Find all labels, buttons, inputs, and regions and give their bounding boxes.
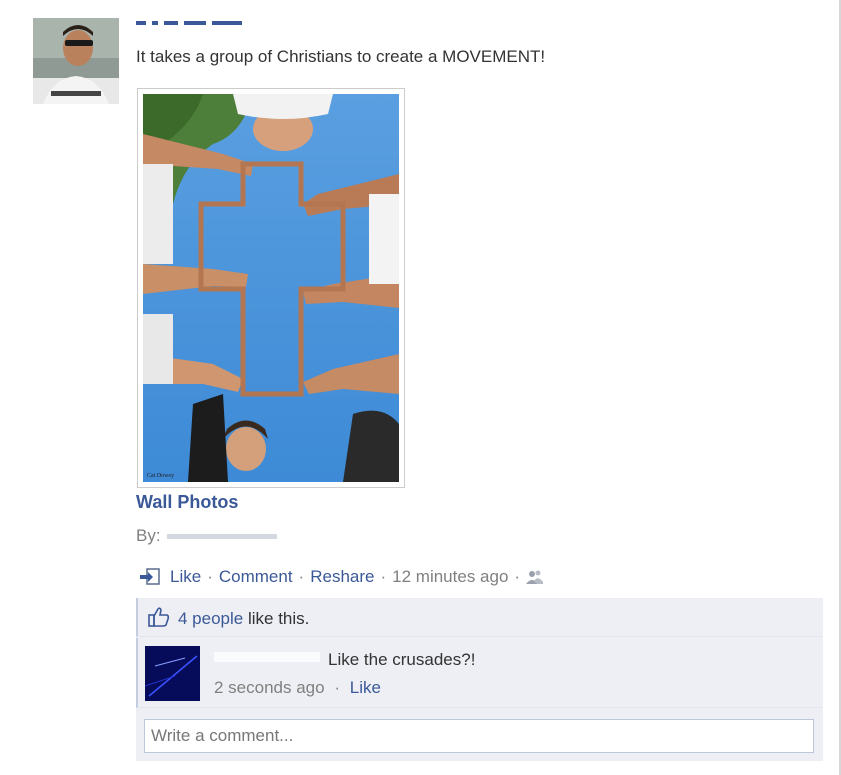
photo-watermark: Cat Dowey <box>147 473 174 479</box>
like-link[interactable]: Like <box>170 567 201 587</box>
by-author-redacted <box>166 534 277 540</box>
write-comment-input[interactable] <box>144 719 814 753</box>
separator: · <box>514 567 521 586</box>
commenter-name-redacted[interactable] <box>214 652 320 662</box>
likes-suffix: like this. <box>247 609 310 628</box>
comment-like-link[interactable]: Like <box>350 678 381 697</box>
likes-summary: 4 people like this. <box>178 609 309 629</box>
comment-meta: 2 seconds ago · Like <box>214 678 381 698</box>
post-text: It takes a group of Christians to create… <box>136 47 546 66</box>
comment-text: Like the crusades?! <box>328 650 476 669</box>
comment-timestamp[interactable]: 2 seconds ago <box>214 678 325 697</box>
commenter-avatar[interactable] <box>145 646 200 701</box>
comment-item: Like the crusades?! 2 seconds ago · Like <box>136 638 823 708</box>
likes-row: 4 people like this. <box>136 598 823 637</box>
friends-icon[interactable] <box>526 569 544 585</box>
separator: · <box>334 678 340 697</box>
separator: · <box>298 567 305 586</box>
by-label: By: <box>136 526 161 545</box>
author-avatar[interactable] <box>33 18 119 104</box>
share-icon[interactable] <box>138 566 162 588</box>
author-name[interactable] <box>136 14 271 28</box>
post-actions: Like · Comment · Reshare · 12 minutes ag… <box>138 566 544 588</box>
separator: · <box>207 567 213 586</box>
thumbs-up-icon <box>148 607 170 627</box>
likers-link[interactable]: 4 people <box>178 609 243 628</box>
photo-image: Cat Dowey <box>143 94 399 482</box>
reshare-link[interactable]: Reshare <box>310 567 374 587</box>
album-by-line: By: <box>136 526 277 546</box>
album-title-link[interactable]: Wall Photos <box>136 492 238 513</box>
post-photo[interactable]: Cat Dowey <box>137 88 405 488</box>
comment-link[interactable]: Comment <box>219 567 293 587</box>
comments-section: 4 people like this. Like the crusades?! … <box>136 598 823 761</box>
post-timestamp[interactable]: 12 minutes ago <box>392 567 508 587</box>
separator: · <box>380 567 387 586</box>
